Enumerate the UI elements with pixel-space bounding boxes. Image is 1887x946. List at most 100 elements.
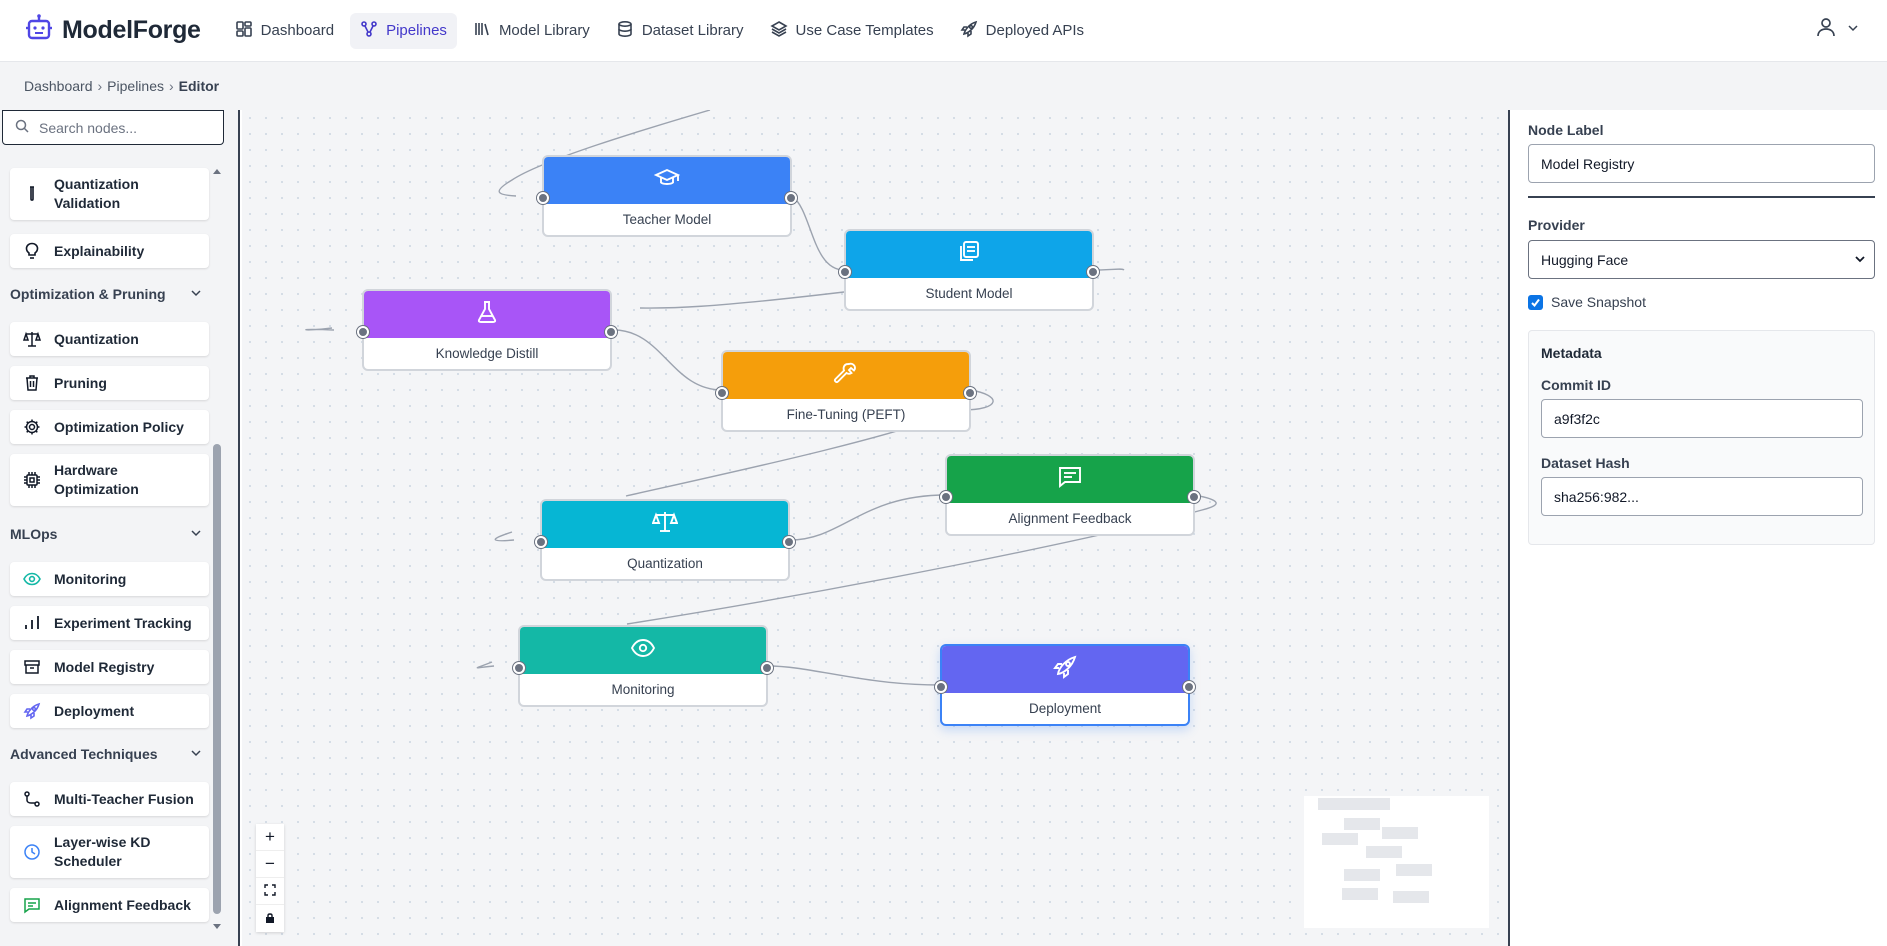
palette-item-deployment[interactable]: Deployment [10, 694, 209, 728]
eye-icon [630, 635, 656, 666]
output-port[interactable] [1188, 491, 1200, 503]
input-port[interactable] [357, 326, 369, 338]
node-student-model[interactable]: Student Model [839, 229, 1099, 311]
minimap-node [1352, 798, 1390, 810]
palette-item-explainability[interactable]: Explainability [10, 234, 209, 268]
archive-icon [21, 658, 43, 676]
palette-item-hardware-optimization[interactable]: Hardware Optimization [10, 454, 209, 506]
scroll-up-icon[interactable] [212, 162, 222, 180]
chevron-down-icon [190, 526, 202, 542]
search-input[interactable]: Search nodes... [2, 110, 224, 145]
palette-item-label: Explainability [54, 243, 145, 259]
node-monitoring[interactable]: Monitoring [513, 625, 773, 707]
provider-title: Provider [1528, 217, 1585, 233]
database-icon [616, 20, 642, 42]
palette-item-model-registry[interactable]: Model Registry [10, 650, 209, 684]
nav-pipelines[interactable]: Pipelines [350, 12, 457, 49]
group-optimization-pruning[interactable]: Optimization & Pruning [10, 286, 202, 302]
robot-logo-icon [24, 13, 54, 48]
palette-item-label: Alignment Feedback [54, 897, 191, 913]
input-port[interactable] [940, 491, 952, 503]
fit-view-icon [264, 881, 276, 901]
output-port[interactable] [1183, 681, 1195, 693]
user-menu[interactable] [1815, 16, 1859, 43]
palette-item-label: Model Registry [54, 659, 155, 675]
commit-id-input[interactable]: a9f3f2c [1541, 399, 1863, 438]
nav-use-case-templates[interactable]: Use Case Templates [760, 13, 944, 49]
dataset-hash-title: Dataset Hash [1541, 455, 1630, 471]
node-palette: Search nodes... Quantization Validation … [0, 110, 240, 946]
output-port[interactable] [605, 326, 617, 338]
nav-pipelines-label: Pipelines [386, 22, 447, 39]
palette-item-alignment-feedback[interactable]: Alignment Feedback [10, 888, 209, 922]
palette-item-experiment-tracking[interactable]: Experiment Tracking [10, 606, 209, 640]
palette-item-optimization-policy[interactable]: Optimization Policy [10, 410, 209, 444]
palette-item-monitoring[interactable]: Monitoring [10, 562, 209, 596]
node-alignment-feedback[interactable]: Alignment Feedback [940, 454, 1200, 536]
node-header [544, 157, 790, 204]
scale-icon [21, 330, 43, 348]
edge [789, 494, 947, 541]
output-port[interactable] [761, 662, 773, 674]
input-port[interactable] [839, 266, 851, 278]
input-port[interactable] [513, 662, 525, 674]
input-port[interactable] [537, 192, 549, 204]
node-teacher-model[interactable]: Teacher Model [537, 155, 797, 237]
node-header [542, 501, 788, 548]
group-label: Optimization & Pruning [10, 286, 166, 302]
dataset-hash-input[interactable]: sha256:982... [1541, 477, 1863, 516]
save-snapshot-checkbox[interactable] [1528, 294, 1543, 310]
node-header [846, 231, 1092, 278]
output-port[interactable] [783, 536, 795, 548]
output-port[interactable] [1087, 266, 1099, 278]
scroll-down-icon[interactable] [212, 918, 222, 936]
rocket-icon [1052, 654, 1078, 685]
fit-view-button[interactable] [256, 878, 284, 905]
node-quantization[interactable]: Quantization [535, 499, 795, 581]
provider-value: Hugging Face [1541, 251, 1629, 268]
breadcrumb-dashboard[interactable]: Dashboard [24, 78, 93, 94]
nav-model-library-label: Model Library [498, 22, 590, 39]
divider [1528, 196, 1875, 198]
pipeline-canvas[interactable]: Teacher Model Student Model Knowledge Di… [242, 110, 1510, 946]
input-port[interactable] [716, 387, 728, 399]
nav-deployed-apis[interactable]: Deployed APIs [950, 13, 1094, 49]
nav-model-library[interactable]: Model Library [463, 13, 600, 49]
input-port[interactable] [535, 536, 547, 548]
message-icon [1057, 464, 1083, 495]
palette-item-label: Optimization Policy [54, 419, 184, 435]
output-port[interactable] [964, 387, 976, 399]
search-placeholder: Search nodes... [39, 119, 138, 136]
node-header [364, 291, 610, 338]
provider-select[interactable]: Hugging Face [1528, 240, 1875, 279]
zoom-in-button[interactable]: + [256, 824, 284, 851]
palette-scrollbar-thumb[interactable] [213, 444, 221, 914]
palette-item-quantization[interactable]: Quantization [10, 322, 209, 356]
group-mlops[interactable]: MLOps [10, 526, 202, 542]
brand[interactable]: ModelForge [24, 13, 201, 48]
lock-button[interactable] [256, 905, 284, 932]
palette-item-label: Layer-wise KD Scheduler [54, 834, 151, 869]
group-advanced-techniques[interactable]: Advanced Techniques [10, 746, 202, 762]
node-deployment[interactable]: Deployment [935, 644, 1195, 726]
breadcrumb-pipelines[interactable]: Pipelines [107, 78, 164, 94]
palette-item-multi-teacher-fusion[interactable]: Multi-Teacher Fusion [10, 782, 209, 816]
minimap-node [1322, 833, 1358, 845]
palette-item-label: Quantization [54, 331, 139, 347]
palette-item-label: Monitoring [54, 571, 127, 587]
zoom-out-button[interactable]: − [256, 851, 284, 878]
input-port[interactable] [935, 681, 947, 693]
nav-dashboard[interactable]: Dashboard [225, 13, 344, 49]
palette-item-quantization-validation[interactable]: Quantization Validation [10, 168, 209, 220]
output-port[interactable] [785, 192, 797, 204]
node-label-input[interactable]: Model Registry [1528, 144, 1875, 183]
minimap-node [1342, 888, 1378, 900]
palette-item-layer-wise-kd-scheduler[interactable]: Layer-wise KD Scheduler [10, 826, 209, 878]
nav-dataset-library[interactable]: Dataset Library [606, 13, 754, 49]
node-fine-tuning-peft[interactable]: Fine-Tuning (PEFT) [716, 350, 976, 432]
minimap[interactable] [1304, 796, 1489, 928]
nav-dataset-library-label: Dataset Library [641, 22, 744, 39]
node-knowledge-distill[interactable]: Knowledge Distill [357, 289, 617, 371]
palette-item-pruning[interactable]: Pruning [10, 366, 209, 400]
chevron-down-icon [1854, 252, 1866, 268]
